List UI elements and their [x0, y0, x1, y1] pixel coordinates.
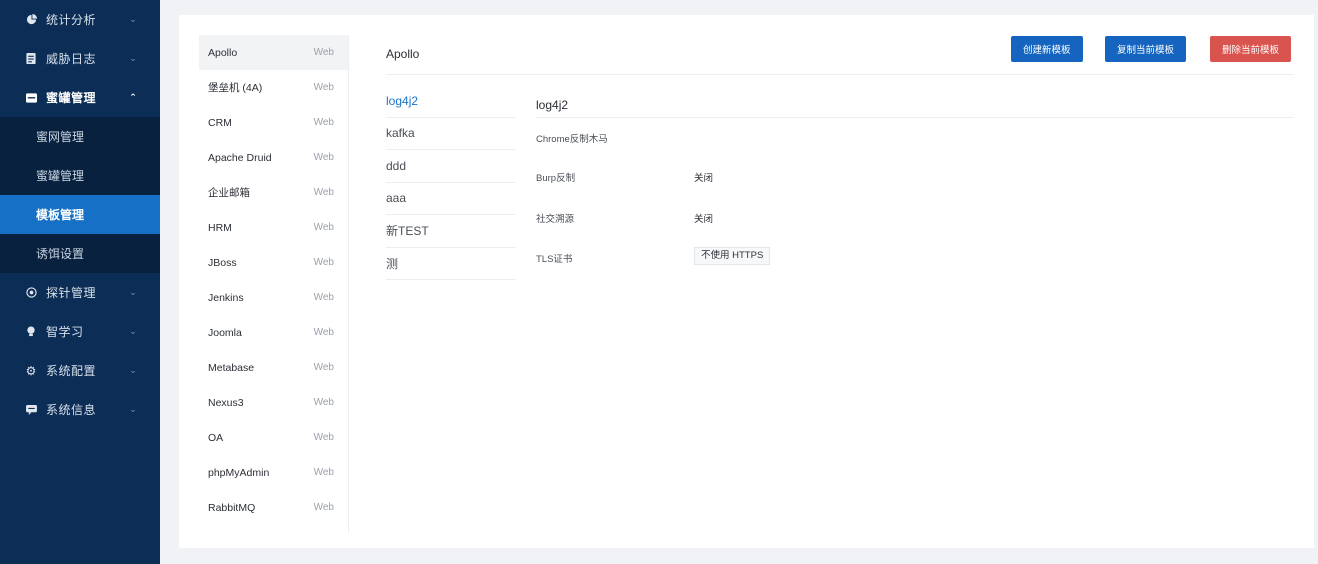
pie-chart-icon [24, 13, 38, 27]
template-type: Web [313, 467, 334, 478]
chevron-down-icon: ⌄ [129, 53, 137, 63]
template-list-item[interactable]: CRM Web [199, 105, 348, 140]
chevron-up-icon: ⌃ [129, 92, 137, 102]
chevron-down-icon: ⌄ [129, 365, 137, 375]
template-type: Web [313, 432, 334, 443]
template-name: Apache Druid [208, 151, 272, 164]
log-icon [24, 52, 38, 66]
template-list-item[interactable]: JBoss Web [199, 245, 348, 280]
template-list-item[interactable]: RabbitMQ Web [199, 490, 348, 525]
template-type: Web [313, 257, 334, 268]
template-type: Web [313, 502, 334, 513]
nav-label: 系统信息 [46, 403, 97, 417]
divider [536, 117, 1294, 118]
prop-label-chrome: Chrome反制木马 [536, 134, 608, 145]
prop-label-social: 社交溯源 [536, 214, 575, 225]
sub-template-item[interactable]: aaa [386, 183, 516, 215]
chevron-down-icon: ⌄ [129, 287, 137, 297]
sub-template-item[interactable]: log4j2 [386, 85, 516, 118]
template-list-item[interactable]: Metabase Web [199, 350, 348, 385]
nav-item-stats[interactable]: 统计分析 ⌄ [0, 0, 160, 39]
chevron-down-icon: ⌄ [129, 404, 137, 414]
nav-item-probe[interactable]: 探针管理 ⌄ [0, 273, 160, 312]
honeypot-submenu: 蜜网管理 蜜罐管理 模板管理 诱饵设置 [0, 117, 160, 273]
sub-item-templates[interactable]: 模板管理 [0, 195, 160, 234]
prop-value-burp: 关闭 [694, 173, 714, 184]
template-list-item[interactable]: Apache Druid Web [199, 140, 348, 175]
sub-template-item[interactable]: ddd [386, 150, 516, 183]
create-template-button[interactable]: 创建新模板 [1011, 36, 1083, 62]
nav-item-learning[interactable]: 智学习 ⌄ [0, 312, 160, 351]
prop-label-tls: TLS证书 [536, 254, 573, 265]
template-name: 堡垒机 (4A) [208, 82, 263, 94]
prop-label-burp: Burp反制 [536, 173, 576, 184]
nav-item-sysinfo[interactable]: 系统信息 ⌄ [0, 390, 160, 429]
template-name: phpMyAdmin [208, 466, 270, 479]
template-name: Joomla [208, 326, 242, 339]
nav-label: 智学习 [46, 325, 84, 339]
template-name: Jenkins [208, 291, 244, 304]
sidebar: 统计分析 ⌄ 威胁日志 ⌄ 蜜罐管理 ⌃ 蜜网管理 蜜罐管理 模板管理 诱饵设置… [0, 0, 160, 564]
nav-label: 探针管理 [46, 286, 97, 300]
gear-icon: ⚙ [25, 363, 37, 378]
template-type: Web [313, 397, 334, 408]
template-name: Nexus3 [208, 396, 244, 409]
template-list-item[interactable]: OA Web [199, 420, 348, 455]
template-type: Web [313, 47, 334, 58]
template-list-item[interactable]: Jenkins Web [199, 280, 348, 315]
tls-value-tag: 不使用 HTTPS [694, 247, 771, 265]
delete-template-button[interactable]: 删除当前模板 [1210, 36, 1292, 62]
bulb-icon [24, 325, 38, 339]
sub-item-honeypots[interactable]: 蜜罐管理 [0, 156, 160, 195]
template-type: Web [313, 117, 334, 128]
template-name: JBoss [208, 256, 237, 269]
sub-item-bait[interactable]: 诱饵设置 [0, 234, 160, 273]
properties-title: log4j2 [536, 98, 569, 112]
nav-label: 统计分析 [46, 13, 97, 27]
prop-value-social: 关闭 [694, 214, 714, 225]
sub-template-item[interactable]: kafka [386, 118, 516, 150]
nav-label: 系统配置 [46, 364, 97, 378]
template-list-item[interactable]: Joomla Web [199, 315, 348, 350]
template-name: OA [208, 431, 224, 444]
template-list-item[interactable]: 企业邮箱 Web [199, 175, 348, 210]
template-management-panel: Apollo Web 堡垒机 (4A) Web CRM Web Apache Drui… [179, 15, 1314, 548]
template-name: CRM [208, 116, 232, 129]
nav-label: 蜜罐管理 [46, 91, 97, 105]
detail-title: Apollo [386, 47, 420, 61]
template-type: Web [313, 82, 334, 93]
chevron-down-icon: ⌄ [129, 326, 137, 336]
sub-template-item[interactable]: 测 [386, 248, 516, 280]
template-name: HRM [208, 221, 232, 234]
template-type: Web [313, 327, 334, 338]
template-type: Web [313, 222, 334, 233]
template-name: Metabase [208, 361, 255, 374]
probe-icon [24, 286, 38, 300]
template-name: Apollo [208, 46, 238, 59]
honeypot-icon [24, 91, 38, 105]
nav-item-config[interactable]: ⚙ 系统配置 ⌄ [0, 351, 160, 390]
template-type: Web [313, 292, 334, 303]
template-type: Web [313, 152, 334, 163]
sub-item-honeynet[interactable]: 蜜网管理 [0, 117, 160, 156]
message-icon [24, 403, 38, 417]
template-list-item[interactable]: Apollo Web [199, 35, 348, 70]
sub-template-list: log4j2 kafka ddd aaa 新TEST 测 [386, 85, 516, 280]
template-type: Web [313, 187, 334, 198]
template-type: Web [313, 362, 334, 373]
nav-label: 威胁日志 [46, 52, 97, 66]
template-name: RabbitMQ [208, 501, 256, 514]
template-list: Apollo Web 堡垒机 (4A) Web CRM Web Apache Drui… [199, 35, 349, 533]
sub-template-item[interactable]: 新TEST [386, 215, 516, 248]
nav-item-threat-logs[interactable]: 威胁日志 ⌄ [0, 39, 160, 78]
template-name: 企业邮箱 [208, 187, 250, 199]
template-list-item[interactable]: 堡垒机 (4A) Web [199, 70, 348, 105]
chevron-down-icon: ⌄ [129, 14, 137, 24]
template-list-item[interactable]: Nexus3 Web [199, 385, 348, 420]
divider [386, 74, 1294, 75]
copy-template-button[interactable]: 复制当前模板 [1105, 36, 1187, 62]
template-list-item[interactable]: HRM Web [199, 210, 348, 245]
template-list-item[interactable]: phpMyAdmin Web [199, 455, 348, 490]
nav-item-honeypot[interactable]: 蜜罐管理 ⌃ [0, 78, 160, 117]
